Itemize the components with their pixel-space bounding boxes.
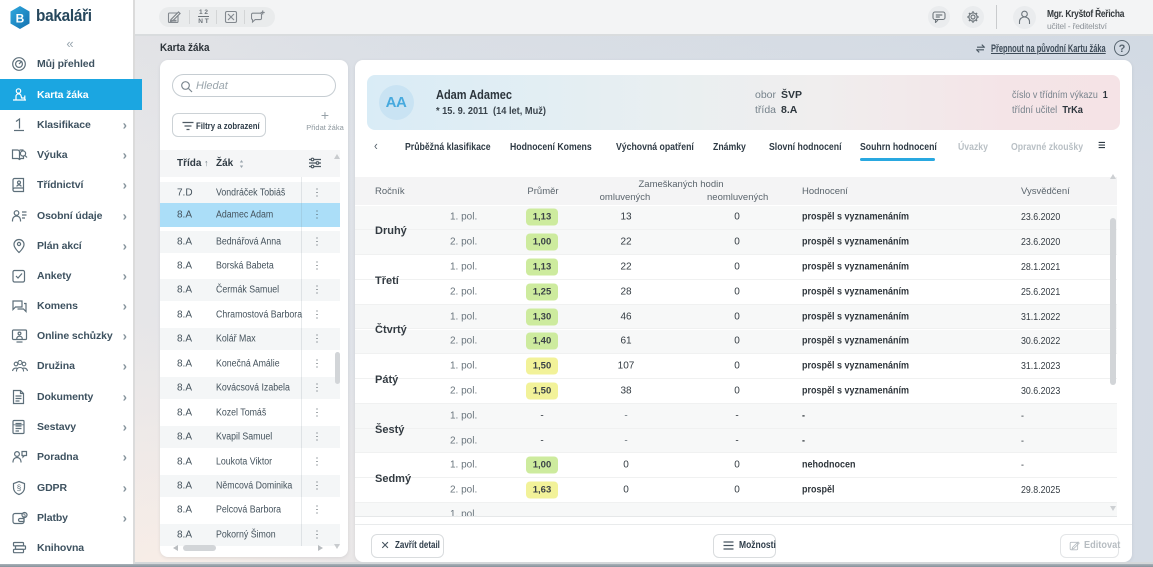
svg-text:B: B xyxy=(16,12,25,26)
svg-text:§: § xyxy=(17,483,21,492)
